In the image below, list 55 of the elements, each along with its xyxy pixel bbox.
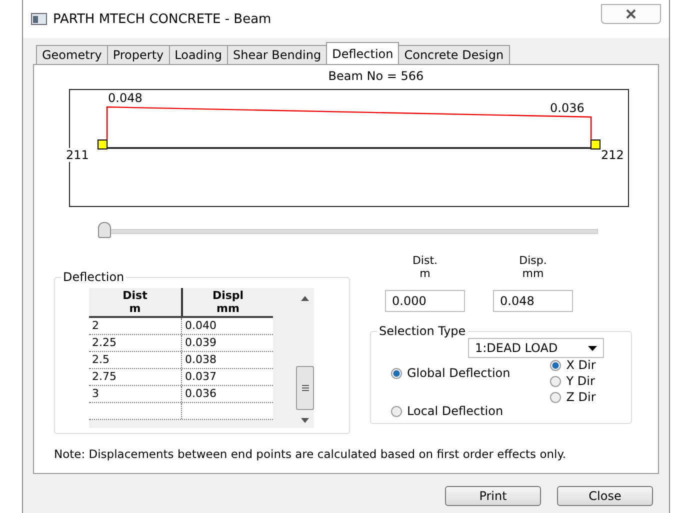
slider-thumb[interactable] xyxy=(98,222,111,238)
node-number: 211 xyxy=(66,148,89,162)
radio-option[interactable]: X Dir xyxy=(550,358,596,372)
table-cell: 0.038 xyxy=(181,352,273,368)
caret-icon xyxy=(588,346,597,350)
close-icon xyxy=(624,9,638,19)
radio-option[interactable]: Y Dir xyxy=(550,374,596,388)
table-cell: 0.037 xyxy=(181,369,273,385)
dialog-button[interactable]: Close xyxy=(557,486,653,506)
node-number: 212 xyxy=(601,148,624,162)
window-icon xyxy=(31,13,47,25)
disp-label: Disp. mm xyxy=(519,254,547,280)
tab[interactable]: Property xyxy=(106,45,170,64)
group-title: Selection Type xyxy=(378,324,467,338)
scroll-down-icon[interactable] xyxy=(301,418,309,423)
tab[interactable]: Concrete Design xyxy=(398,45,510,64)
radio-button[interactable] xyxy=(391,406,402,416)
table-cell-text: 2.25 xyxy=(91,335,118,351)
dialog-button[interactable]: Print xyxy=(445,486,541,506)
window-title: PARTH MTECH CONCRETE - Beam xyxy=(53,12,272,26)
table-cell: 0.039 xyxy=(181,335,273,351)
radio-button[interactable] xyxy=(550,376,562,386)
table-cell-text: 2 xyxy=(91,318,100,334)
tab[interactable]: Shear Bending xyxy=(226,45,328,64)
deflection-value: 0.048 xyxy=(108,91,142,105)
column-header: Dist m xyxy=(122,288,148,316)
table-cell-text: 2.5 xyxy=(91,352,110,368)
group-title: Deflection xyxy=(62,270,126,284)
support-node xyxy=(97,139,107,149)
position-slider[interactable] xyxy=(98,220,598,240)
column-header: Displ mm xyxy=(181,288,273,316)
beam-number: Beam No = 566 xyxy=(327,69,425,85)
tab[interactable]: Geometry xyxy=(36,45,108,64)
table-cell-text: 2.75 xyxy=(91,369,118,385)
scroll-up-icon[interactable] xyxy=(301,296,309,301)
tab[interactable]: Deflection xyxy=(326,42,400,64)
radio-button[interactable] xyxy=(550,392,562,402)
dist-label: Dist. m xyxy=(412,254,438,280)
close-button[interactable] xyxy=(601,4,661,24)
radio-option[interactable]: Local Deflection xyxy=(391,404,510,418)
support-node xyxy=(590,139,600,149)
scroll-thumb[interactable] xyxy=(296,366,314,410)
table-cell: 0.040 xyxy=(181,318,273,334)
radio-button[interactable] xyxy=(391,368,402,378)
radio-option[interactable]: Global Deflection xyxy=(391,366,510,380)
deflection-value: 0.036 xyxy=(550,101,584,115)
table-cell: 0.036 xyxy=(181,386,273,402)
tab[interactable]: Loading xyxy=(168,45,228,64)
disp-field[interactable]: 0.048 xyxy=(493,290,573,312)
table-cell-text: 3 xyxy=(91,386,100,402)
radio-option[interactable]: Z Dir xyxy=(550,390,596,404)
radio-button[interactable] xyxy=(550,360,562,370)
dist-field[interactable]: 0.000 xyxy=(385,290,465,312)
load-case-dropdown[interactable]: 1:DEAD LOAD xyxy=(468,338,604,358)
note-text: Note: Displacements between end points are calculated based on first order effects only. xyxy=(54,447,568,461)
